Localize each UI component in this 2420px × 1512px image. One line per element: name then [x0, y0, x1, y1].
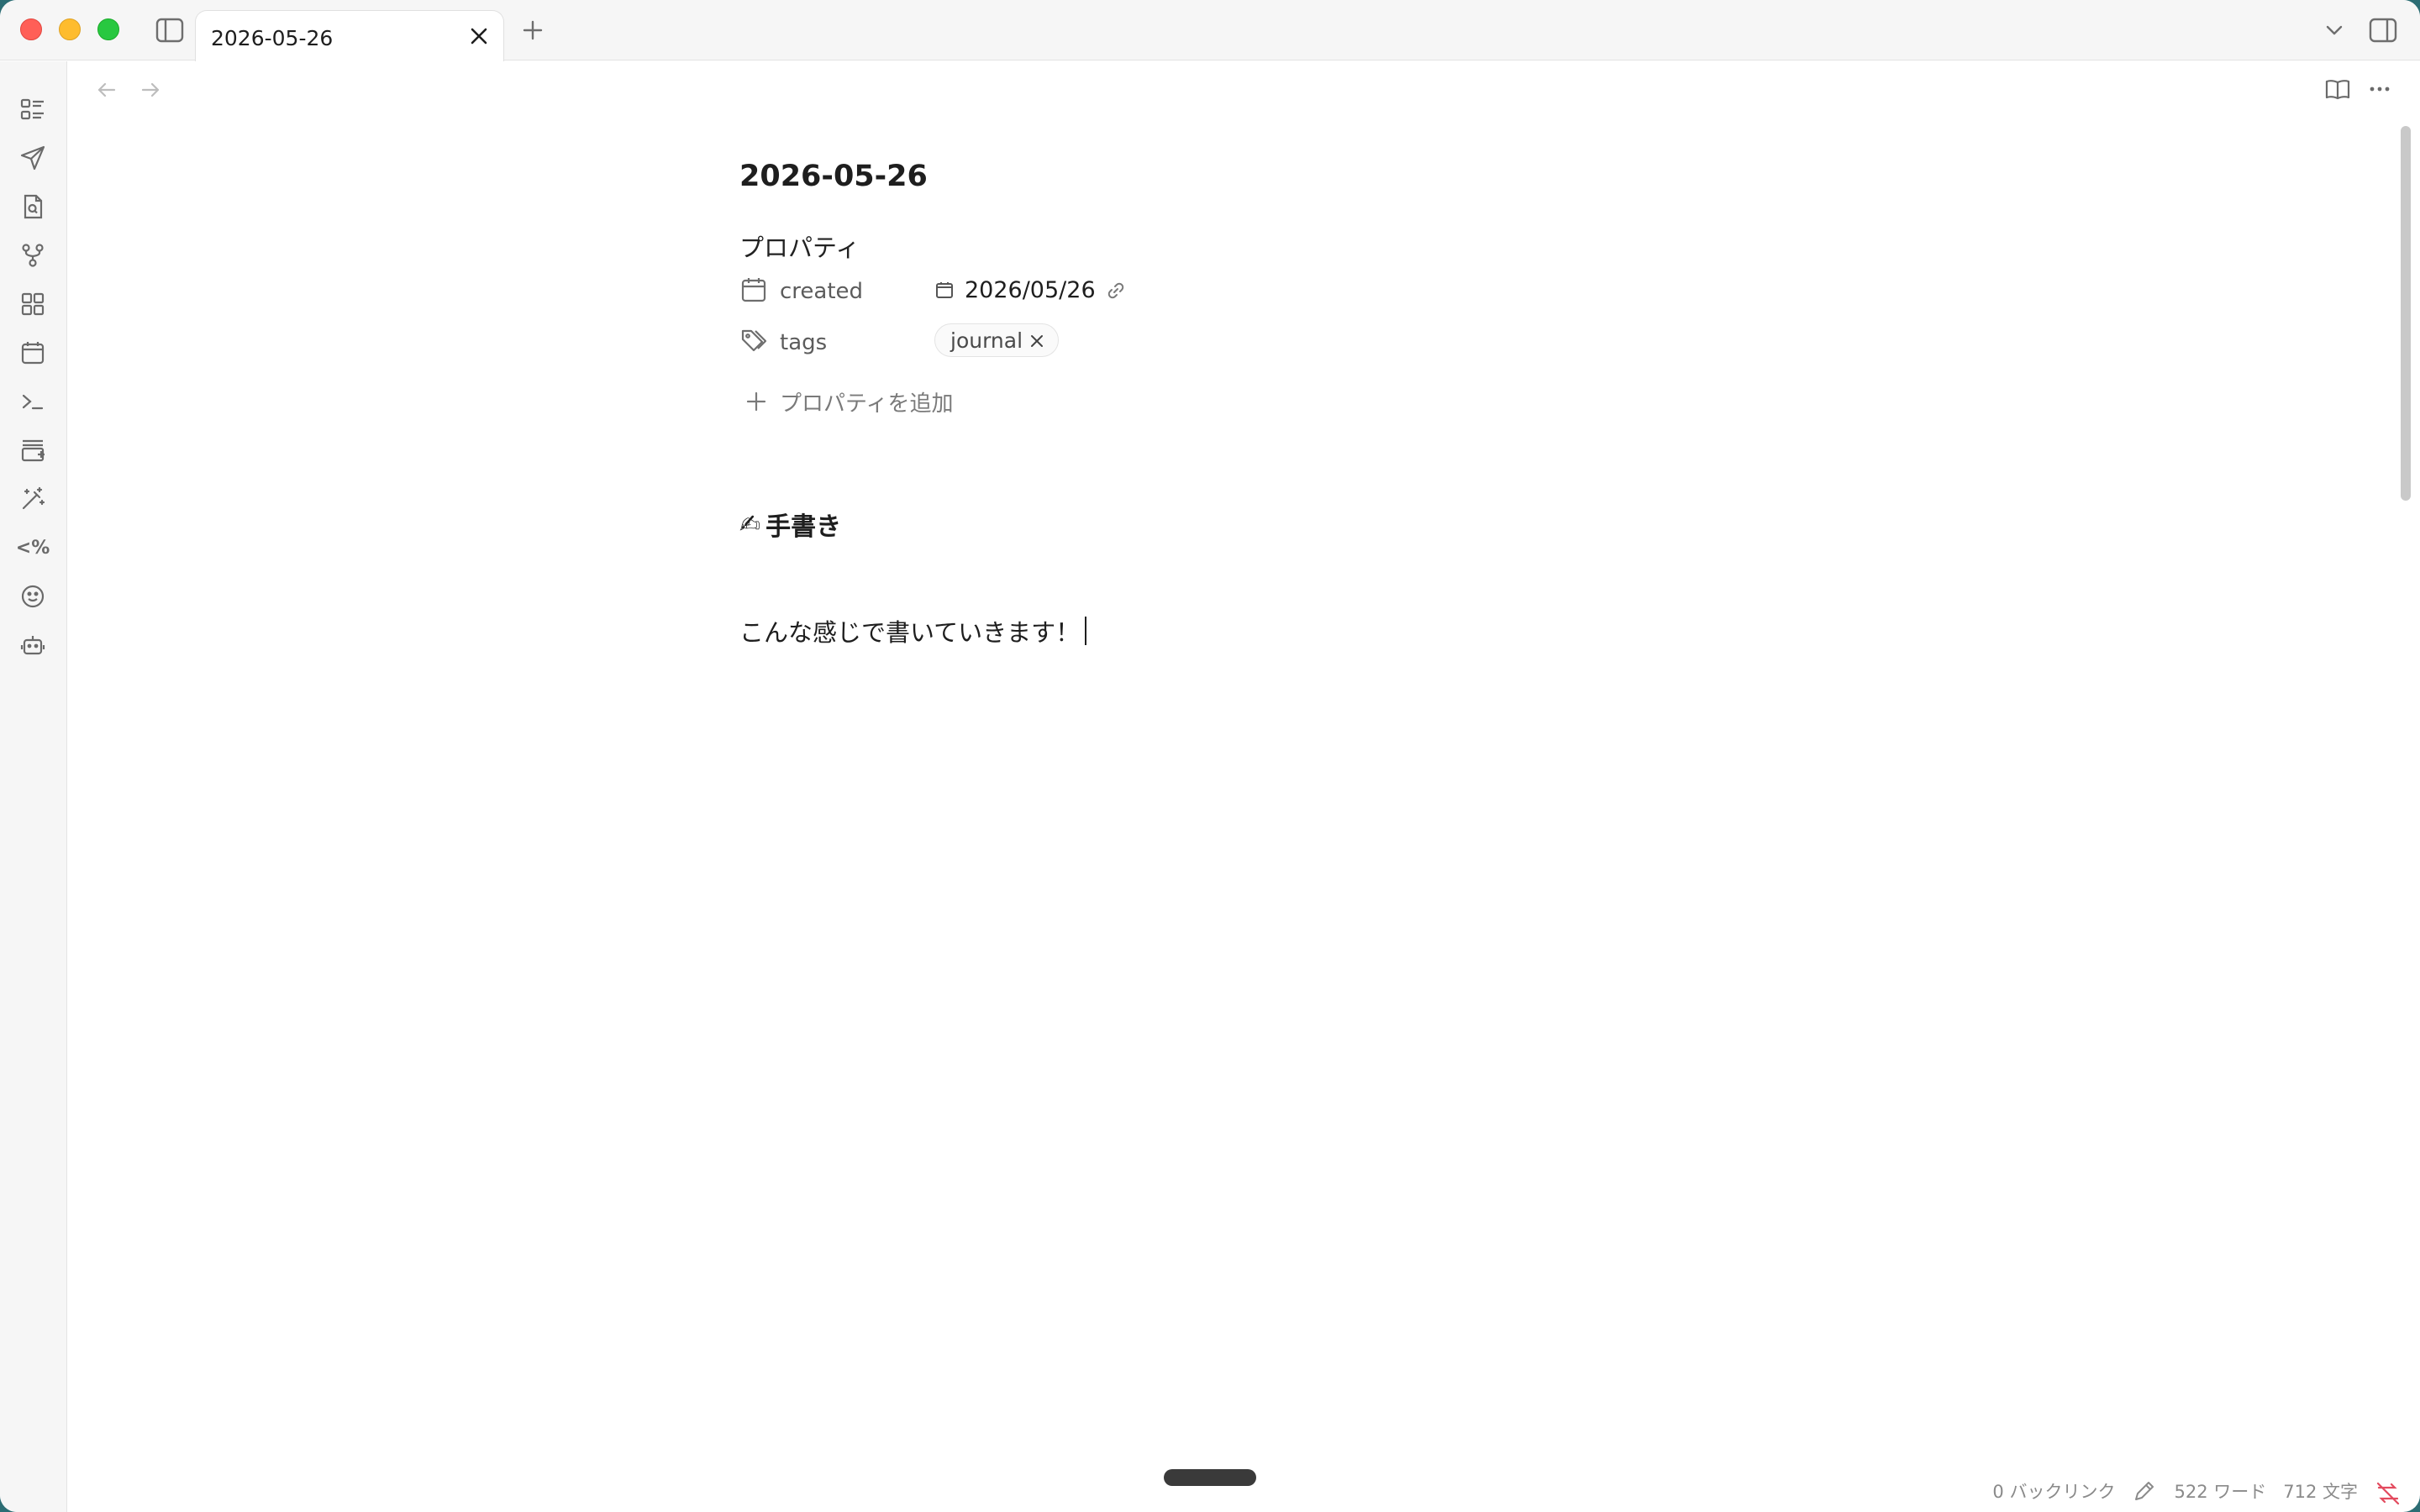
tag-icon	[739, 327, 768, 355]
smiley-icon[interactable]	[17, 580, 49, 612]
remove-tag-icon[interactable]	[1028, 331, 1046, 349]
calendar-icon[interactable]	[17, 337, 49, 369]
bot-icon[interactable]	[17, 629, 49, 661]
app-window: 2026-05-26 <% 2026-05-26 プロパティ created 2…	[0, 0, 2420, 1512]
tag-pill[interactable]: journal	[934, 323, 1060, 357]
sync-error-icon[interactable]	[2375, 1480, 2402, 1507]
property-value-date[interactable]: 2026/05/26	[934, 277, 1128, 303]
forward-arrow-icon[interactable]	[136, 76, 165, 104]
text-cursor	[1085, 617, 1087, 645]
terminal-icon[interactable]	[17, 386, 49, 417]
word-count: 522 ワード	[2174, 1482, 2267, 1502]
template-add-icon[interactable]	[17, 434, 49, 466]
properties-heading[interactable]: プロパティ	[739, 228, 1748, 269]
date-value[interactable]: 2026/05/26	[965, 277, 1096, 303]
property-key[interactable]: created	[780, 279, 863, 304]
note-content: 2026-05-26 プロパティ created 2026/05/26 tags	[739, 160, 1748, 648]
tab-title: 2026-05-26	[211, 26, 334, 50]
writing-hand-emoji: ✍	[739, 509, 761, 539]
plus-icon	[744, 390, 768, 413]
property-key[interactable]: tags	[780, 330, 827, 355]
sidebar-toggle-icon[interactable]	[155, 17, 185, 44]
date-picker-icon[interactable]	[934, 280, 956, 302]
section-heading-text: 手書き	[765, 512, 842, 542]
property-row-created: created 2026/05/26	[739, 269, 1748, 320]
back-arrow-icon[interactable]	[92, 76, 121, 104]
property-row-tags: tags journal	[739, 320, 1748, 371]
title-bar: 2026-05-26	[0, 0, 2420, 61]
kanban-icon[interactable]	[17, 93, 49, 125]
new-tab-icon[interactable]	[519, 17, 546, 44]
paragraph[interactable]: こんな感じで書いていきます！	[739, 613, 1748, 648]
reading-view-book-icon[interactable]	[2323, 74, 2353, 104]
tab-close-icon[interactable]	[466, 24, 492, 49]
tab-list-chevron-down-icon[interactable]	[2321, 17, 2348, 44]
add-property-label: プロパティを追加	[780, 391, 954, 417]
dashboard-icon[interactable]	[17, 288, 49, 320]
paragraph-text: こんな感じで書いていきます！	[739, 618, 1081, 647]
status-bar: 0 バックリンク 522 ワード 712 文字	[1992, 1478, 2358, 1504]
window-maximize-button[interactable]	[97, 18, 119, 40]
more-options-icon[interactable]	[2365, 74, 2395, 104]
note-title[interactable]: 2026-05-26	[739, 160, 1748, 210]
section-heading[interactable]: ✍ 手書き	[739, 506, 1748, 543]
file-search-icon[interactable]	[17, 191, 49, 223]
tag-label: journal	[950, 328, 1023, 353]
scrollbar[interactable]	[2396, 123, 2415, 1500]
tab-active-note[interactable]: 2026-05-26	[195, 10, 504, 61]
char-count: 712 文字	[2283, 1482, 2358, 1502]
property-value-tags[interactable]: journal	[934, 323, 1060, 357]
left-ribbon: <%	[0, 61, 67, 1512]
calendar-icon	[739, 276, 768, 304]
magic-wand-icon[interactable]	[17, 483, 49, 515]
scrollbar-thumb[interactable]	[2401, 126, 2411, 501]
git-branch-icon[interactable]	[17, 239, 49, 271]
templater-icon[interactable]: <%	[16, 532, 50, 564]
edit-mode-pencil-icon[interactable]	[2132, 1478, 2157, 1504]
window-minimize-button[interactable]	[59, 18, 81, 40]
right-sidebar-toggle-icon[interactable]	[2368, 17, 2398, 44]
drag-handle[interactable]	[1164, 1469, 1256, 1486]
link-icon[interactable]	[1104, 279, 1128, 302]
add-property-button[interactable]: プロパティを追加	[739, 376, 1748, 427]
backlinks-count[interactable]: 0 バックリンク	[1992, 1478, 2115, 1504]
send-icon[interactable]	[17, 142, 49, 174]
window-close-button[interactable]	[20, 18, 42, 40]
